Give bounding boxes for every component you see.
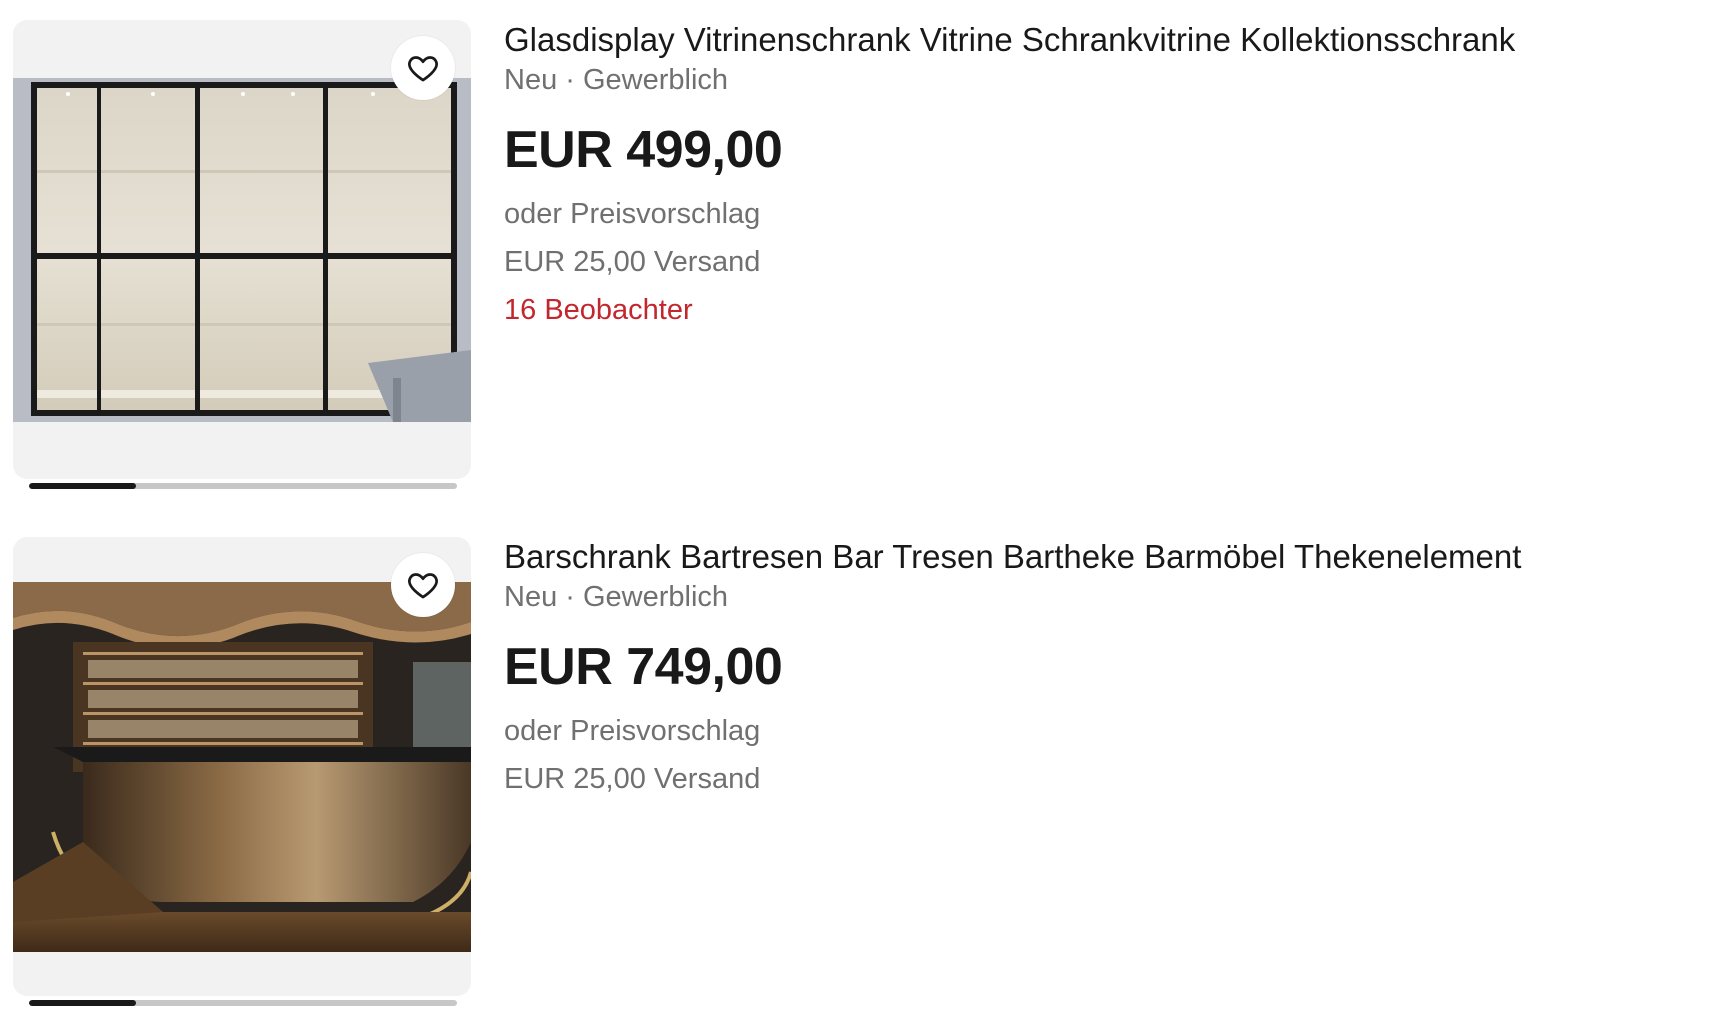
- listing-price: EUR 499,00: [504, 121, 783, 179]
- image-carousel-scrollbar[interactable]: [29, 1000, 457, 1006]
- heart-icon: [408, 573, 438, 599]
- best-offer-label: oder Preisvorschlag: [504, 198, 761, 230]
- listing-item: Glasdisplay Vitrinenschrank Vitrine Schr…: [0, 20, 1728, 520]
- listing-item: Barschrank Bartresen Bar Tresen Bartheke…: [0, 537, 1728, 1018]
- listing-condition: Neu · Gewerblich: [504, 64, 729, 96]
- image-carousel-thumb[interactable]: [29, 483, 136, 489]
- product-image-bar-counter[interactable]: [13, 582, 471, 952]
- listing-price: EUR 749,00: [504, 638, 783, 696]
- watchers-count: 16 Beobachter: [504, 294, 693, 326]
- image-carousel-thumb[interactable]: [29, 1000, 136, 1006]
- shipping-cost: EUR 25,00 Versand: [504, 763, 761, 795]
- shipping-cost: EUR 25,00 Versand: [504, 246, 761, 278]
- heart-icon: [408, 56, 438, 82]
- listing-info: Barschrank Bartresen Bar Tresen Bartheke…: [504, 537, 1704, 797]
- listing-info: Glasdisplay Vitrinenschrank Vitrine Schr…: [504, 20, 1704, 328]
- listing-image-container[interactable]: [13, 20, 471, 479]
- watch-button[interactable]: [391, 553, 455, 617]
- listing-condition: Neu · Gewerblich: [504, 581, 729, 613]
- best-offer-label: oder Preisvorschlag: [504, 715, 761, 747]
- listing-title[interactable]: Barschrank Bartresen Bar Tresen Bartheke…: [504, 537, 1704, 577]
- listing-title[interactable]: Glasdisplay Vitrinenschrank Vitrine Schr…: [504, 20, 1704, 60]
- product-image-glass-display-cabinet[interactable]: [13, 78, 471, 422]
- search-results: Glasdisplay Vitrinenschrank Vitrine Schr…: [0, 0, 1728, 1018]
- listing-image-container[interactable]: [13, 537, 471, 996]
- watch-button[interactable]: [391, 36, 455, 100]
- image-carousel-scrollbar[interactable]: [29, 483, 457, 489]
